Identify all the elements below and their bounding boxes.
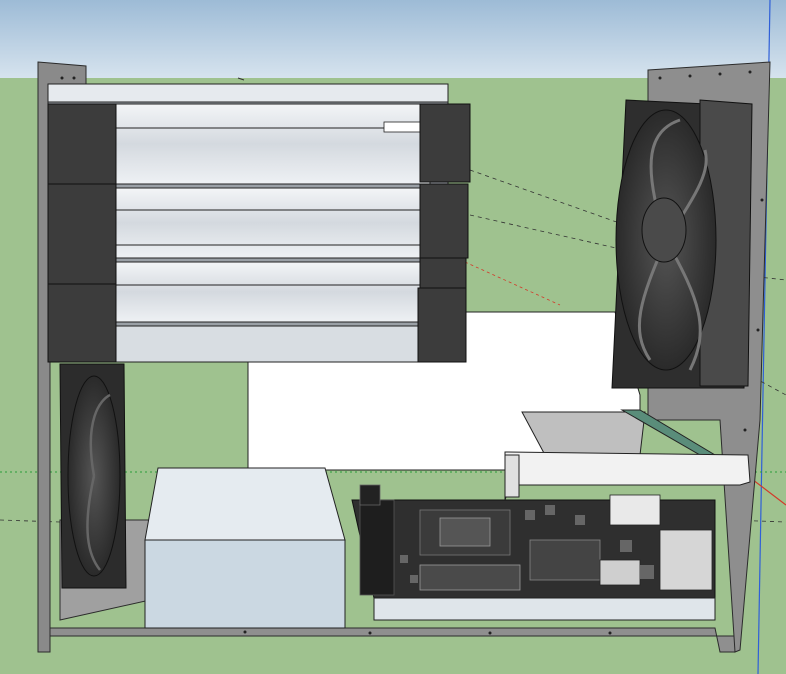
left-bottom-fan[interactable] xyxy=(59,363,127,589)
radiator-core-2 xyxy=(109,187,431,259)
radiator-end-tank-left-2 xyxy=(47,183,117,285)
ram-slots xyxy=(359,499,395,596)
io-port-block-1 xyxy=(609,494,661,526)
radiator-end-tank-right-4 xyxy=(417,287,467,363)
sketchup-viewport[interactable] xyxy=(0,0,786,674)
psu-front xyxy=(144,539,346,629)
radiator-top-cap xyxy=(47,83,449,103)
radiator-core-3 xyxy=(109,261,431,323)
io-port-block-2 xyxy=(659,529,713,591)
radiator-end-tank-right-3 xyxy=(419,257,467,289)
io-port-block-3 xyxy=(599,559,641,586)
model-canvas[interactable] xyxy=(0,0,786,674)
motherboard[interactable] xyxy=(351,484,716,621)
motherboard-tray-edge xyxy=(373,597,716,621)
sky xyxy=(0,0,786,78)
power-supply[interactable] xyxy=(144,467,346,629)
radiator-stack[interactable] xyxy=(47,83,471,363)
radiator-end-tank-right-2 xyxy=(419,183,469,259)
chipset xyxy=(529,539,601,581)
radiator-end-tank-right-1 xyxy=(419,103,471,183)
radiator-end-tank-left-1 xyxy=(47,103,117,185)
pcie-slot xyxy=(419,564,521,591)
radiator-core-1 xyxy=(109,103,431,185)
io-bracket-tab xyxy=(504,454,520,498)
power-connector xyxy=(359,484,381,506)
radiator-core-4 xyxy=(109,325,431,363)
psu-top xyxy=(144,467,346,541)
cpu-heatspreader xyxy=(439,517,491,547)
top-right-fan[interactable] xyxy=(611,99,753,389)
top-right-fan-hub xyxy=(641,197,687,263)
radiator-end-tank-left-3 xyxy=(47,283,117,363)
